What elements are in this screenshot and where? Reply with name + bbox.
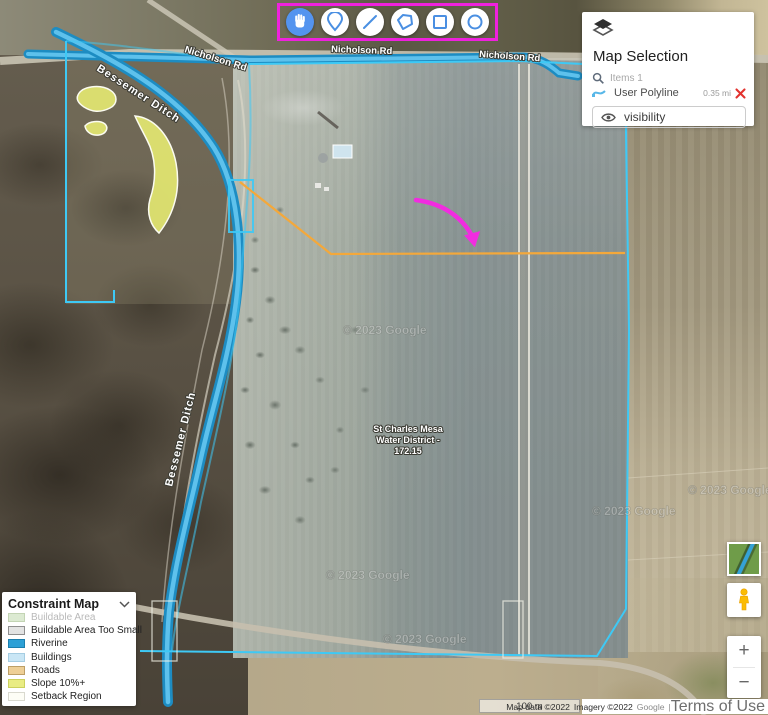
legend-header[interactable]: Constraint Map <box>8 597 130 611</box>
zoom-control: + − <box>727 636 761 698</box>
map-selection-panel: Map Selection Items 1 User Polyline 0.35… <box>582 12 754 128</box>
legend-row-roads: Roads <box>8 664 130 677</box>
legend-label: Riverine <box>31 638 68 650</box>
polygon-tool-button[interactable] <box>391 8 419 36</box>
legend-label: Buildable Area <box>31 612 96 624</box>
layers-icon <box>592 19 614 36</box>
swatch-roads <box>8 665 25 675</box>
satellite-northwest-region <box>66 58 238 304</box>
map-data-credit: Map data ©2022 <box>506 701 570 712</box>
terms-of-use-link[interactable]: Terms of Use <box>671 698 765 715</box>
legend-label: Roads <box>31 664 60 676</box>
legend-label: Buildings <box>31 651 72 663</box>
search-icon <box>592 72 604 84</box>
legend-title: Constraint Map <box>8 597 99 611</box>
selection-item-measure: 0.35 mi <box>703 88 731 98</box>
selection-item-row[interactable]: User Polyline 0.35 mi <box>592 87 746 99</box>
remove-icon[interactable] <box>735 87 746 99</box>
swatch-buildings <box>8 652 25 662</box>
legend-row-buildable-area: Buildable Area <box>8 611 130 624</box>
items-count-label: Items 1 <box>610 73 643 84</box>
items-count-row: Items 1 <box>592 72 746 85</box>
street-view-pegman-button[interactable] <box>727 583 761 617</box>
circle-tool-button[interactable] <box>461 8 489 36</box>
hand-icon <box>295 14 305 28</box>
marker-tool-button[interactable] <box>321 8 349 36</box>
legend-row-riverine: Riverine <box>8 637 130 650</box>
satellite-vegetation-specks <box>233 58 628 658</box>
swatch-buildable-area <box>8 613 25 623</box>
swatch-setback <box>8 692 25 702</box>
constraint-map-legend: Constraint Map Buildable Area Buildable … <box>2 592 142 706</box>
legend-row-buildings: Buildings <box>8 651 130 664</box>
pan-hand-tool-button[interactable] <box>286 8 314 36</box>
polygon-icon <box>397 14 413 30</box>
legend-row-setback: Setback Region <box>8 690 130 703</box>
map-attribution: Map data ©2022 Imagery ©2022 Google | Te… <box>506 698 768 715</box>
legend-row-slope: Slope 10%+ <box>8 677 130 690</box>
map-canvas[interactable]: Nicholson Rd Nicholson Rd Nicholson Rd B… <box>0 0 768 715</box>
rectangle-tool-button[interactable] <box>426 8 454 36</box>
visibility-toggle[interactable]: visibility <box>592 106 746 128</box>
legend-label: Setback Region <box>31 691 102 703</box>
map-preview-thumbnail <box>729 544 759 574</box>
line-tool-button[interactable] <box>356 8 384 36</box>
eye-icon <box>601 112 616 122</box>
rectangle-icon <box>433 15 447 29</box>
selection-item-name: User Polyline <box>614 87 679 99</box>
marker-icon <box>326 12 344 32</box>
legend-label: Slope 10%+ <box>31 678 86 690</box>
google-credit-link[interactable]: Google <box>637 702 665 712</box>
swatch-buildable-too-small <box>8 626 25 636</box>
zoom-in-button[interactable]: + <box>727 636 761 667</box>
imagery-credit: Imagery ©2022 <box>573 701 633 712</box>
swatch-slope <box>8 679 25 689</box>
swatch-riverine <box>8 639 25 649</box>
drawing-toolbar <box>277 3 498 41</box>
legend-row-buildable-too-small: Buildable Area Too Small <box>8 624 142 637</box>
line-icon <box>363 15 377 29</box>
map-preview-button[interactable] <box>727 542 761 576</box>
pegman-icon <box>739 588 749 611</box>
visibility-label: visibility <box>624 110 666 124</box>
legend-label: Buildable Area Too Small <box>31 625 142 637</box>
chevron-down-icon <box>119 600 130 608</box>
panel-title: Map Selection <box>593 48 689 65</box>
zoom-out-button[interactable]: − <box>727 668 761 699</box>
circle-icon <box>467 14 483 30</box>
polyline-icon <box>592 90 606 97</box>
